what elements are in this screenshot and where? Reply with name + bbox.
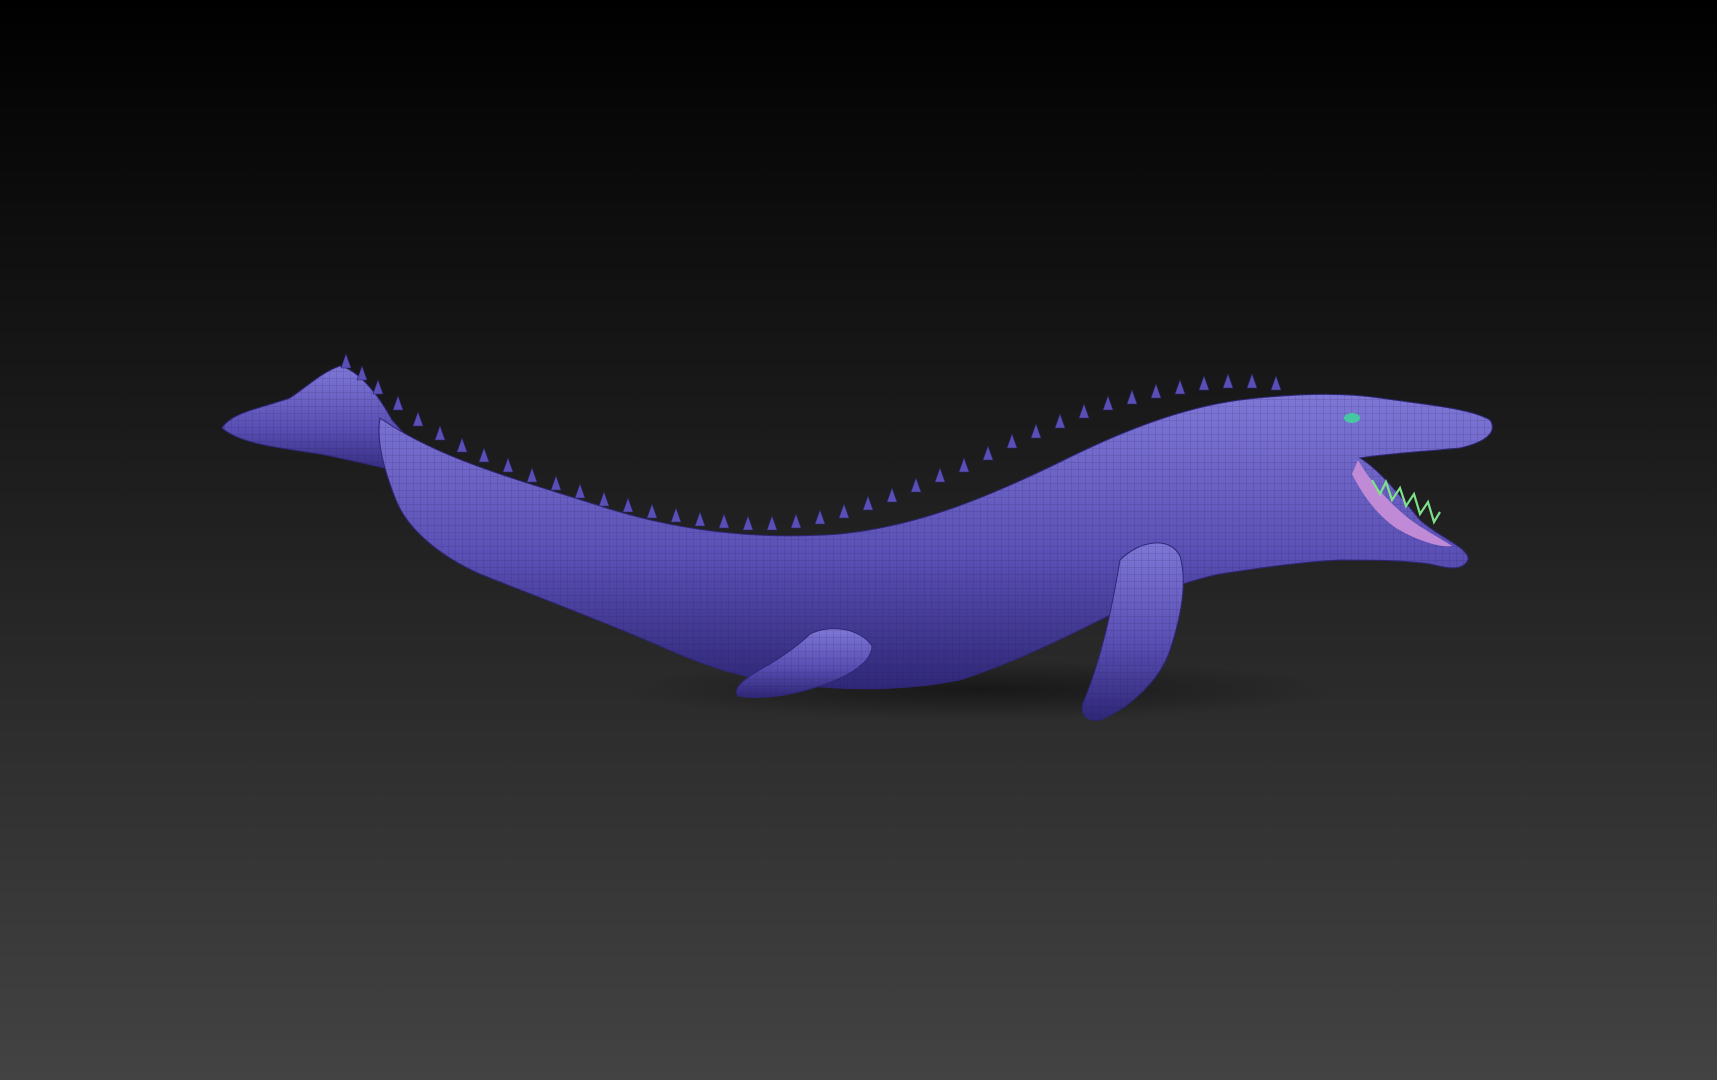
- dorsal-spike: [1054, 413, 1066, 429]
- dorsal-spike: [814, 509, 826, 525]
- dorsal-spike: [1102, 395, 1114, 411]
- model-wireframe-overlay: [378, 394, 1493, 689]
- dorsal-spike: [1006, 433, 1018, 449]
- dorsal-spike: [372, 379, 384, 395]
- dorsal-spike: [392, 395, 404, 411]
- dorsal-spike: [1222, 373, 1234, 389]
- dorsal-spike: [1150, 383, 1162, 399]
- dorsal-spike: [412, 411, 424, 427]
- dorsal-spike: [742, 515, 754, 531]
- dorsal-spike: [356, 365, 368, 381]
- dorsal-spike: [886, 487, 898, 503]
- model-eye: [1344, 413, 1360, 423]
- dorsal-spike: [456, 437, 468, 453]
- dorsal-spike: [478, 447, 490, 463]
- dorsal-spike: [910, 477, 922, 493]
- dorsal-spike: [694, 511, 706, 527]
- dorsal-spike: [1246, 373, 1258, 389]
- dorsal-spike: [862, 495, 874, 511]
- dorsal-spike: [574, 483, 586, 499]
- 3d-viewport[interactable]: [0, 0, 1717, 1080]
- dorsal-spike: [790, 513, 802, 529]
- dorsal-spike: [934, 467, 946, 483]
- dorsal-spike: [622, 497, 634, 513]
- dorsal-spike: [1126, 389, 1138, 405]
- dorsal-spike: [1030, 423, 1042, 439]
- dorsal-spike: [958, 457, 970, 473]
- dorsal-spike: [1174, 379, 1186, 395]
- dorsal-spike: [550, 475, 562, 491]
- dorsal-spike: [718, 513, 730, 529]
- dorsal-spike: [1078, 403, 1090, 419]
- dorsal-spike: [838, 503, 850, 519]
- sculpt-model-mosasaur[interactable]: [0, 0, 1717, 1080]
- dorsal-spike: [340, 353, 352, 369]
- dorsal-spike: [1270, 375, 1282, 391]
- dorsal-spike: [434, 425, 446, 441]
- dorsal-spike: [598, 491, 610, 507]
- dorsal-spike: [502, 457, 514, 473]
- dorsal-spike: [526, 467, 538, 483]
- dorsal-spike: [646, 503, 658, 519]
- dorsal-spike: [766, 515, 778, 531]
- dorsal-spike: [670, 507, 682, 523]
- dorsal-spike: [1198, 375, 1210, 391]
- dorsal-spike: [982, 445, 994, 461]
